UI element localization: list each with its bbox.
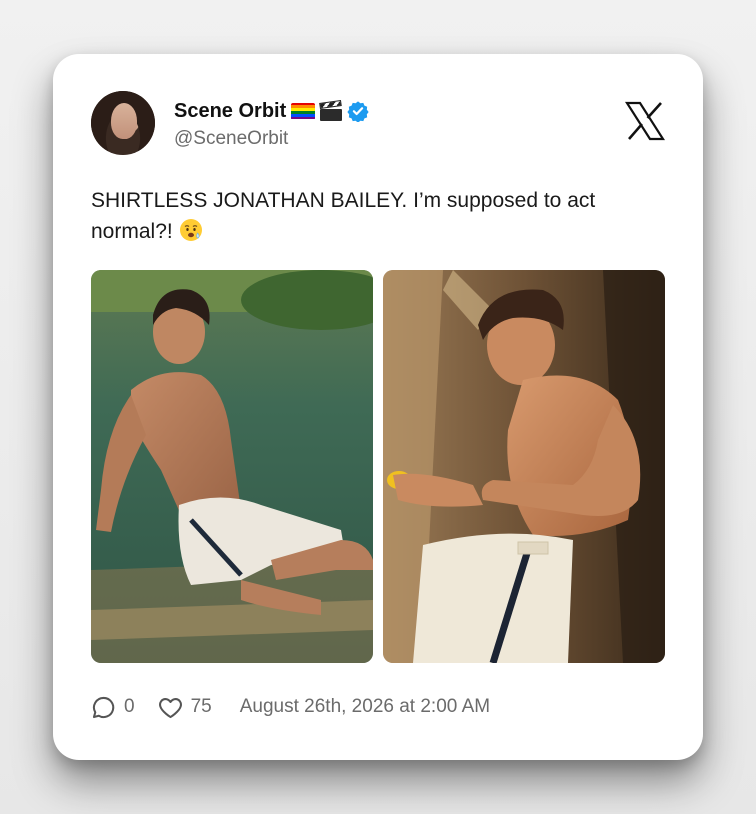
photo-left[interactable] bbox=[91, 270, 373, 663]
author-handle[interactable]: @SceneOrbit bbox=[174, 128, 288, 150]
like-stat[interactable]: 75 bbox=[157, 694, 212, 721]
author-name-row: Scene Orbit bbox=[174, 98, 369, 124]
x-logo-icon[interactable] bbox=[624, 100, 666, 142]
photo-left-image bbox=[91, 270, 373, 663]
page-background: Scene Orbit @SceneOrbit SHIRTLESS JONATH… bbox=[0, 0, 756, 814]
reply-stat[interactable]: 0 bbox=[90, 694, 135, 721]
comment-icon[interactable] bbox=[90, 694, 117, 721]
clapper-board-emoji bbox=[319, 99, 343, 121]
like-count: 75 bbox=[190, 696, 212, 717]
heart-icon[interactable] bbox=[157, 694, 184, 721]
rainbow-flag-emoji bbox=[291, 102, 316, 120]
photo-right-image bbox=[383, 270, 665, 663]
anxious-face-emoji bbox=[179, 219, 202, 241]
post-card: Scene Orbit @SceneOrbit SHIRTLESS JONATH… bbox=[53, 54, 703, 760]
avatar-face bbox=[111, 103, 137, 139]
post-timestamp: August 26th, 2026 at 2:00 AM bbox=[239, 696, 491, 717]
display-name[interactable]: Scene Orbit bbox=[174, 100, 286, 123]
post-footer: 0 75 August 26th, 2026 at 2:00 AM bbox=[90, 694, 490, 720]
photo-right[interactable] bbox=[383, 270, 665, 663]
reply-count: 0 bbox=[124, 696, 135, 717]
post-text-body: SHIRTLESS JONATHAN BAILEY. I’m supposed … bbox=[91, 189, 596, 243]
verified-badge-icon bbox=[347, 101, 369, 122]
avatar[interactable] bbox=[91, 91, 155, 155]
post-text: SHIRTLESS JONATHAN BAILEY. I’m supposed … bbox=[91, 185, 671, 247]
